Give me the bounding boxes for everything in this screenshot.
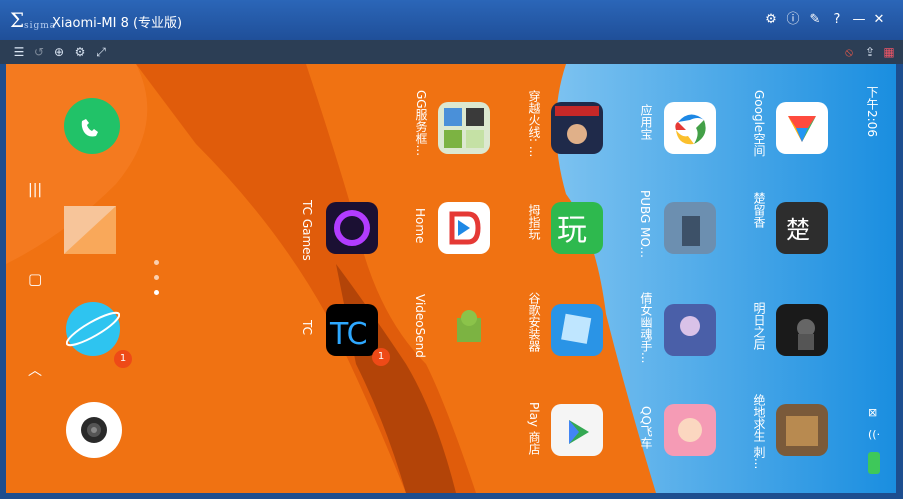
- sigma-logo: Σsigma: [10, 8, 57, 32]
- page-dot: [154, 275, 159, 280]
- battery-icon: [868, 452, 880, 474]
- toolbar: ☰ ↺ ⊕ ⚙ ⤢ ⦸ ⇪ ▦: [0, 40, 903, 64]
- app-label: 绝地求生 刺...: [752, 394, 766, 470]
- home-nav-icon[interactable]: ▢: [28, 270, 42, 288]
- grid-icon[interactable]: ▦: [880, 43, 898, 61]
- window-titlebar: Σsigma Xiaomi-MI 8 (专业版) ⚙ ⓘ ✎ ? — ✕: [0, 0, 903, 40]
- settings-icon[interactable]: ⚙: [71, 43, 89, 61]
- menu-nav-icon[interactable]: |||: [28, 182, 42, 198]
- app-label: 楚留香: [752, 192, 766, 228]
- app-label: QQ飞车: [639, 406, 653, 449]
- pin-icon[interactable]: ✎: [806, 11, 824, 29]
- page-dot: [154, 260, 159, 265]
- qiannvyouhun-icon[interactable]: [664, 304, 716, 356]
- gg-service-icon[interactable]: [438, 102, 490, 154]
- browser-app-icon[interactable]: [65, 302, 121, 356]
- info-icon[interactable]: ⓘ: [784, 11, 802, 29]
- google-installer-icon[interactable]: [551, 304, 603, 356]
- svg-text:楚: 楚: [786, 216, 810, 244]
- phone-app-icon[interactable]: [64, 98, 120, 154]
- phone-screen[interactable]: 下午2:06 ⊠ ((· Google空间 楚 楚留香 明日之后 绝地求生 刺.…: [6, 64, 896, 493]
- notification-badge: 1: [372, 348, 390, 366]
- page-dot-active: [154, 290, 159, 295]
- wifi-icon: ((·: [868, 428, 881, 441]
- notification-badge: 1: [114, 350, 132, 368]
- tc-icon[interactable]: TC: [326, 304, 378, 356]
- fullscreen-icon[interactable]: ⤢: [92, 43, 110, 61]
- tc-games-icon[interactable]: [326, 202, 378, 254]
- camera-app-icon[interactable]: [66, 402, 122, 458]
- close-icon[interactable]: ✕: [870, 11, 888, 29]
- rotate-icon[interactable]: ↺: [30, 43, 48, 61]
- app-label: Play 商店: [527, 402, 541, 455]
- app-label: Home: [413, 208, 427, 244]
- mute-icon[interactable]: ⦸: [840, 43, 858, 61]
- google-space-icon[interactable]: [776, 102, 828, 154]
- videosend-icon[interactable]: [443, 304, 495, 356]
- status-time: 下午2:06: [865, 86, 879, 137]
- app-label: Google空间: [752, 90, 766, 157]
- app-label: TC Games: [300, 200, 314, 261]
- chuliuxiang-icon[interactable]: 楚: [776, 202, 828, 254]
- list-icon[interactable]: ☰: [10, 43, 28, 61]
- app-label: GG服务框...: [414, 90, 428, 157]
- mingrizhihou-icon[interactable]: [776, 304, 828, 356]
- qq-speed-icon[interactable]: [664, 404, 716, 456]
- notes-app-icon[interactable]: [64, 206, 116, 254]
- minimize-icon[interactable]: —: [850, 11, 868, 29]
- app-label: 穿越火线: ...: [527, 90, 541, 158]
- app-label: 拇指玩: [527, 204, 541, 240]
- zoom-icon[interactable]: ⊕: [50, 43, 68, 61]
- app-label: TC: [300, 320, 314, 336]
- svg-text:TC: TC: [329, 317, 368, 352]
- pubg-mobile-icon[interactable]: [664, 202, 716, 254]
- help-icon[interactable]: ?: [828, 11, 846, 29]
- window-title: Xiaomi-MI 8 (专业版): [52, 16, 183, 31]
- gear-icon[interactable]: ⚙: [762, 11, 780, 29]
- no-sim-icon: ⊠: [868, 406, 878, 419]
- yingyongbao-icon[interactable]: [664, 102, 716, 154]
- app-label: 倩女幽魂手...: [639, 292, 653, 364]
- app-label: VideoSend: [413, 294, 427, 358]
- app-label: 应用宝: [639, 104, 653, 140]
- play-store-icon[interactable]: [551, 404, 603, 456]
- crossfire-icon[interactable]: [551, 102, 603, 154]
- back-nav-icon[interactable]: ︿: [28, 360, 42, 380]
- svg-text:玩: 玩: [557, 213, 587, 248]
- app-label: 明日之后: [752, 302, 766, 350]
- jedi-survival-icon[interactable]: [776, 404, 828, 456]
- muzhiwan-icon[interactable]: 玩: [551, 202, 603, 254]
- app-label: PUBG MO...: [638, 190, 652, 258]
- app-label: 谷歌安装器: [527, 292, 541, 352]
- export-icon[interactable]: ⇪: [861, 43, 879, 61]
- home-icon[interactable]: [438, 202, 490, 254]
